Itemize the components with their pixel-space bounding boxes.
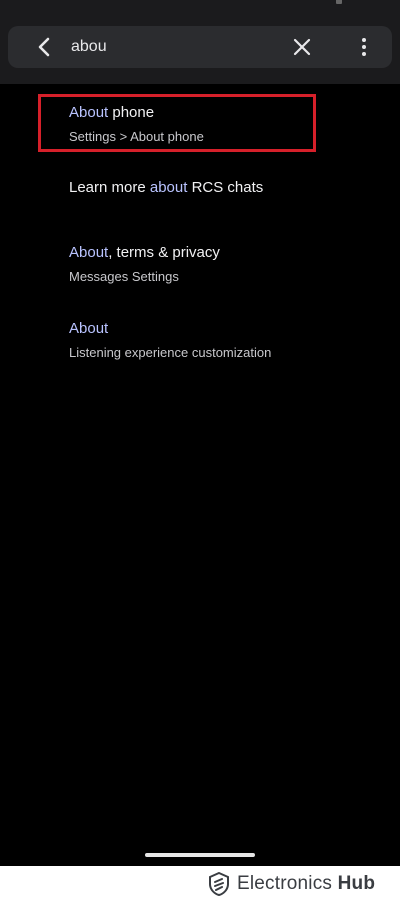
result-subtitle: Listening experience customization bbox=[69, 345, 272, 360]
home-indicator[interactable] bbox=[145, 853, 255, 857]
result-title: About bbox=[69, 320, 108, 337]
result-title: About, terms & privacy bbox=[69, 244, 220, 261]
more-vert-icon[interactable] bbox=[352, 35, 376, 59]
search-input[interactable] bbox=[71, 36, 271, 58]
result-subtitle: Messages Settings bbox=[69, 269, 179, 284]
top-app-area bbox=[0, 0, 400, 84]
close-icon[interactable] bbox=[291, 36, 313, 58]
match-highlight: About bbox=[69, 320, 109, 337]
result-item-about-terms[interactable]: About, terms & privacy Messages Settings bbox=[0, 237, 400, 301]
match-highlight: about bbox=[149, 179, 188, 196]
result-item-learn-more-rcs[interactable]: Learn more about RCS chats bbox=[0, 172, 400, 236]
annotation-highlight-box bbox=[38, 94, 316, 152]
search-bar[interactable] bbox=[8, 26, 392, 68]
brand-name: Electronics Hub bbox=[237, 873, 375, 895]
status-icon-cutoff bbox=[336, 0, 342, 4]
title-pre: Learn more bbox=[69, 179, 150, 196]
brand-logo-icon bbox=[209, 872, 229, 896]
brand-name-bold: Hub bbox=[337, 873, 376, 894]
result-item-about-listening[interactable]: About Listening experience customization bbox=[0, 312, 400, 376]
match-highlight: About bbox=[69, 244, 109, 261]
chevron-left-icon[interactable] bbox=[34, 36, 56, 58]
brand-name-regular: Electronics bbox=[237, 873, 333, 894]
title-rest: , terms & privacy bbox=[108, 244, 220, 261]
status-bar-cutoff bbox=[98, 0, 238, 4]
watermark-bar: Electronics Hub bbox=[0, 866, 400, 900]
title-rest: RCS chats bbox=[187, 179, 264, 196]
result-title: Learn more about RCS chats bbox=[69, 179, 263, 196]
